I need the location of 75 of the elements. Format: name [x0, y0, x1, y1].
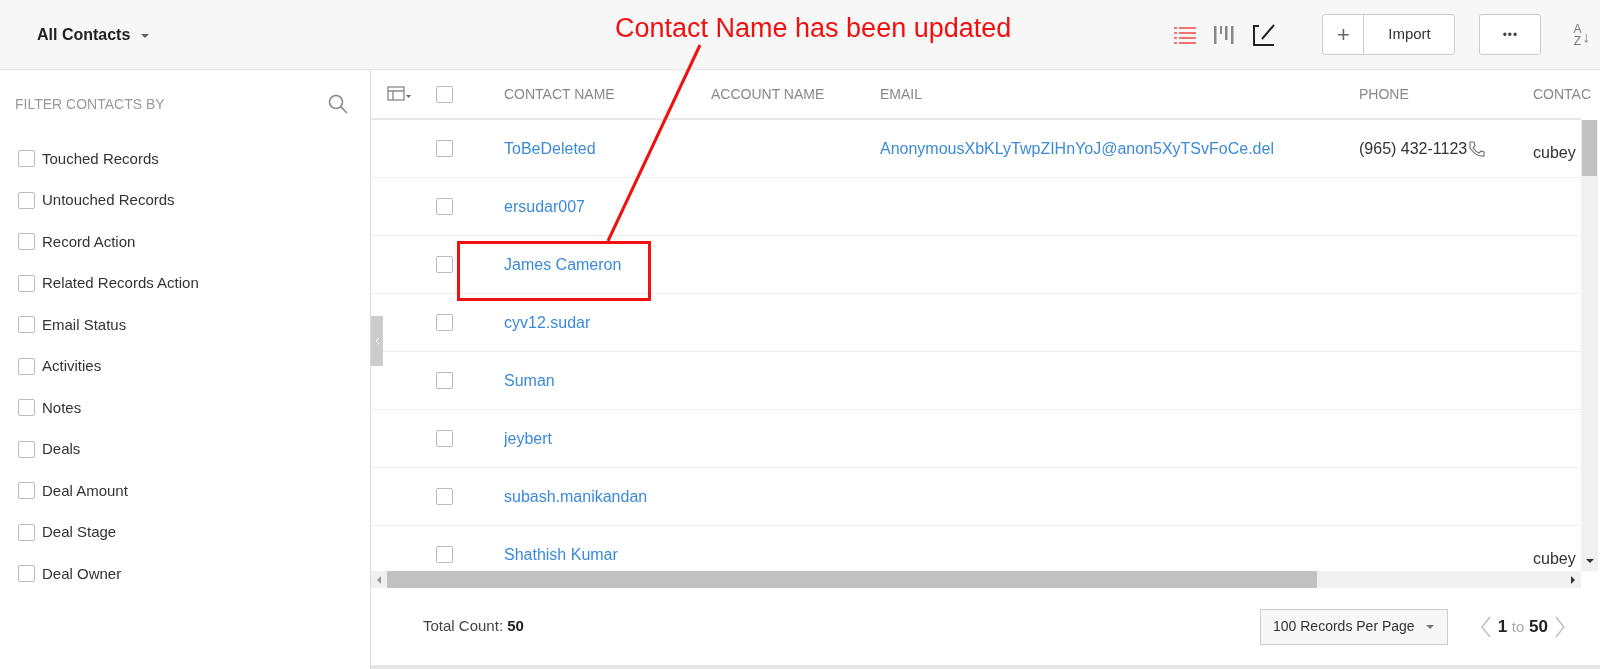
scroll-thumb[interactable] [1582, 120, 1597, 176]
table-cell-text: cubey [1533, 142, 1576, 163]
add-button[interactable]: + [1323, 15, 1365, 54]
scroll-left-icon[interactable] [375, 574, 383, 585]
contact-link[interactable]: jeybert [504, 426, 553, 451]
checkbox[interactable] [18, 316, 35, 334]
total-count: Total Count: 50 [423, 616, 524, 637]
checkbox[interactable] [18, 233, 35, 251]
checkbox[interactable] [18, 150, 35, 168]
filter-label[interactable]: Deals [42, 438, 81, 461]
checkbox[interactable] [18, 523, 35, 541]
checkbox[interactable] [436, 140, 453, 157]
checkbox[interactable] [436, 546, 453, 563]
checkbox[interactable] [18, 399, 35, 417]
checkbox[interactable] [18, 191, 35, 209]
page-range: 1 to 50 [1497, 615, 1548, 638]
checkbox[interactable] [18, 274, 35, 292]
checkbox[interactable] [436, 430, 453, 447]
phone-icon[interactable] [1467, 139, 1486, 158]
filter-label[interactable]: Deal Owner [42, 562, 122, 585]
checkbox[interactable] [18, 565, 35, 583]
checkbox[interactable] [18, 357, 35, 375]
more-button[interactable]: ••• [1479, 14, 1542, 55]
checkbox[interactable] [436, 85, 453, 103]
checkbox[interactable] [436, 198, 453, 215]
kanban-view-icon[interactable] [1214, 24, 1235, 45]
filter-label[interactable]: Record Action [42, 230, 136, 253]
column-header[interactable]: CONTAC [1533, 86, 1592, 102]
filter-label[interactable]: Untouched Records [42, 189, 175, 212]
view-selector[interactable]: All Contacts [27, 9, 161, 60]
checkbox[interactable] [436, 372, 453, 389]
column-header[interactable]: EMAIL [880, 86, 922, 102]
column-settings-icon[interactable] [387, 86, 411, 102]
scroll-thumb[interactable] [387, 571, 1317, 588]
caret-icon [1424, 623, 1435, 630]
checkbox[interactable] [18, 440, 35, 458]
horizontal-scrollbar[interactable] [371, 571, 1581, 588]
column-header[interactable]: ACCOUNT NAME [711, 86, 825, 102]
import-button[interactable]: Import [1364, 15, 1455, 54]
checkbox[interactable] [436, 314, 453, 331]
contact-link[interactable]: subash.manikandan [504, 484, 648, 509]
records-per-page-dropdown[interactable]: 100 Records Per Page [1260, 608, 1448, 645]
previous-page-icon[interactable] [1479, 615, 1492, 638]
email-link[interactable]: AnonymousXbKLyTwpZIHnYoJ@anon5XyTSvFoCe.del [880, 136, 1274, 161]
next-page-icon[interactable] [1554, 615, 1566, 638]
scroll-down-icon[interactable] [1584, 557, 1595, 565]
chevron-left-icon [374, 337, 380, 345]
filter-label[interactable]: Email Status [42, 313, 127, 336]
contact-link[interactable]: cyv12.sudar [504, 310, 591, 335]
contact-link[interactable]: James Cameron [504, 252, 622, 277]
vertical-scrollbar[interactable] [1581, 120, 1598, 571]
filter-label[interactable]: Touched Records [42, 147, 159, 170]
filter-label[interactable]: Deal Amount [42, 479, 128, 502]
caret-icon [140, 33, 151, 39]
contact-link[interactable]: ToBeDeleted [504, 136, 596, 161]
annotation-text: Contact Name has been updated [615, 12, 1012, 45]
filter-label[interactable]: Deal Stage [42, 521, 117, 544]
contact-link[interactable]: Suman [504, 368, 555, 393]
search-icon[interactable] [328, 94, 348, 114]
phone-number: (965) 432-1123 [1359, 138, 1468, 159]
sidebar-title: FILTER CONTACTS BY [15, 94, 165, 114]
checkbox[interactable] [436, 488, 453, 505]
contact-link[interactable]: Shathish Kumar [504, 542, 618, 567]
table-cell-text: cubey [1533, 548, 1576, 569]
filter-label[interactable]: Notes [42, 396, 82, 419]
checkbox[interactable] [18, 482, 35, 500]
column-header[interactable]: CONTACT NAME [504, 86, 615, 102]
column-header[interactable]: PHONE [1359, 86, 1409, 102]
filter-label[interactable]: Related Records Action [42, 272, 199, 295]
contact-link[interactable]: ersudar007 [504, 194, 585, 219]
list-view-icon[interactable] [1174, 25, 1197, 44]
checkbox[interactable] [436, 256, 453, 273]
collapse-handle[interactable] [371, 316, 383, 366]
scroll-right-icon[interactable] [1569, 574, 1577, 585]
filter-label[interactable]: Activities [42, 355, 102, 378]
